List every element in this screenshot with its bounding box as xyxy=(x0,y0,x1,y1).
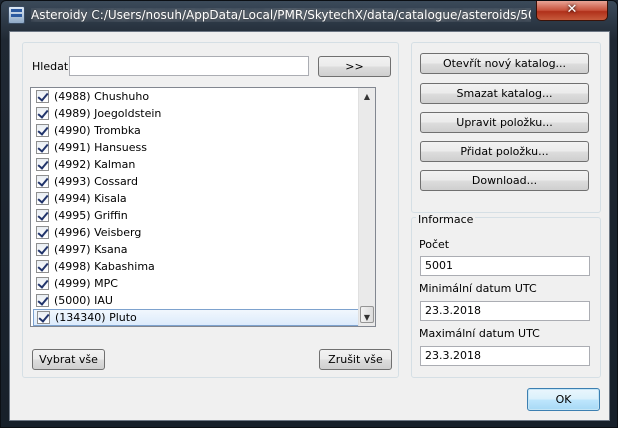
delete-catalog-button[interactable]: Smazat katalog... xyxy=(420,83,589,104)
checkbox[interactable] xyxy=(36,260,49,273)
search-label: Hledat xyxy=(32,60,69,73)
title-bar: Asteroidy C:/Users/nosuh/AppData/Local/P… xyxy=(1,1,617,31)
ok-button[interactable]: OK xyxy=(527,388,600,411)
list-item-label: (5000) IAU xyxy=(54,294,113,307)
min-date-label: Minimální datum UTC xyxy=(419,282,537,295)
list-item[interactable]: (4990) Trombka xyxy=(31,122,375,139)
checkbox[interactable] xyxy=(36,107,49,120)
asteroid-list[interactable]: (4988) Chushuho (4989) Joegoldstein (4990)… xyxy=(30,87,376,327)
checkbox[interactable] xyxy=(36,192,49,205)
checkbox[interactable] xyxy=(37,311,50,324)
list-item-label: (4996) Veisberg xyxy=(54,226,142,239)
scroll-down-icon[interactable]: ▼ xyxy=(359,309,375,326)
list-item[interactable]: (134340) Pluto xyxy=(33,309,373,326)
scroll-up-icon[interactable]: ▲ xyxy=(359,88,375,105)
download-button[interactable]: Download... xyxy=(420,170,589,191)
search-input[interactable] xyxy=(69,56,309,76)
list-item-label: (4994) Kisala xyxy=(54,192,127,205)
list-item[interactable]: (4991) Hansuess xyxy=(31,139,375,156)
list-item[interactable]: (4996) Veisberg xyxy=(31,224,375,241)
search-button[interactable]: >> xyxy=(318,56,391,77)
list-scrollbar[interactable]: ▲ ▼ xyxy=(358,88,375,326)
list-item[interactable]: (4988) Chushuho xyxy=(31,88,375,105)
checkbox[interactable] xyxy=(36,277,49,290)
list-item-label: (4998) Kabashima xyxy=(54,260,155,273)
list-item[interactable]: (4995) Griffin xyxy=(31,207,375,224)
close-button[interactable]: ✕ xyxy=(536,1,608,21)
asteroid-list-items: (4988) Chushuho (4989) Joegoldstein (4990)… xyxy=(31,88,375,326)
checkbox[interactable] xyxy=(36,158,49,171)
checkbox[interactable] xyxy=(36,90,49,103)
checkbox[interactable] xyxy=(36,209,49,222)
dialog-client-area: Hledat >> (4988) Chushuho (4989) Joegolds… xyxy=(9,31,610,421)
list-item[interactable]: (4994) Kisala xyxy=(31,190,375,207)
list-item-label: (4991) Hansuess xyxy=(54,141,147,154)
list-item-label: (134340) Pluto xyxy=(55,311,137,324)
info-group-title: Informace xyxy=(416,213,476,226)
list-item-label: (4989) Joegoldstein xyxy=(54,107,162,120)
list-item-label: (4999) MPC xyxy=(54,277,118,290)
list-item[interactable]: (4997) Ksana xyxy=(31,241,375,258)
dialog-window: Asteroidy C:/Users/nosuh/AppData/Local/P… xyxy=(0,0,618,428)
clear-all-button[interactable]: Zrušit vše xyxy=(319,349,392,370)
list-item[interactable]: (4992) Kalman xyxy=(31,156,375,173)
list-item-label: (4995) Griffin xyxy=(54,209,128,222)
edit-item-button[interactable]: Upravit položku... xyxy=(420,112,589,133)
max-date-field[interactable]: 23.3.2018 xyxy=(420,346,590,366)
count-label: Počet xyxy=(419,238,450,251)
list-item-label: (4993) Cossard xyxy=(54,175,138,188)
min-date-field[interactable]: 23.3.2018 xyxy=(420,301,590,321)
select-all-button[interactable]: Vybrat vše xyxy=(32,349,105,370)
app-icon xyxy=(8,6,25,24)
max-date-label: Maximální datum UTC xyxy=(419,327,540,340)
checkbox[interactable] xyxy=(36,141,49,154)
list-item-label: (4988) Chushuho xyxy=(54,90,150,103)
checkbox[interactable] xyxy=(36,294,49,307)
add-item-button[interactable]: Přidat položku... xyxy=(420,141,589,162)
list-item-label: (4997) Ksana xyxy=(54,243,128,256)
checkbox[interactable] xyxy=(36,124,49,137)
open-catalog-button[interactable]: Otevřít nový katalog... xyxy=(420,53,589,74)
list-item[interactable]: (4999) MPC xyxy=(31,275,375,292)
checkbox[interactable] xyxy=(36,243,49,256)
checkbox[interactable] xyxy=(36,175,49,188)
list-item[interactable]: (4993) Cossard xyxy=(31,173,375,190)
list-item[interactable]: (4989) Joegoldstein xyxy=(31,105,375,122)
list-item-label: (4992) Kalman xyxy=(54,158,136,171)
window-title: Asteroidy C:/Users/nosuh/AppData/Local/P… xyxy=(31,8,531,22)
list-item[interactable]: (4998) Kabashima xyxy=(31,258,375,275)
list-item-label: (4990) Trombka xyxy=(54,124,141,137)
count-field[interactable]: 5001 xyxy=(420,256,590,276)
checkbox[interactable] xyxy=(36,226,49,239)
list-item[interactable]: (5000) IAU xyxy=(31,292,375,309)
